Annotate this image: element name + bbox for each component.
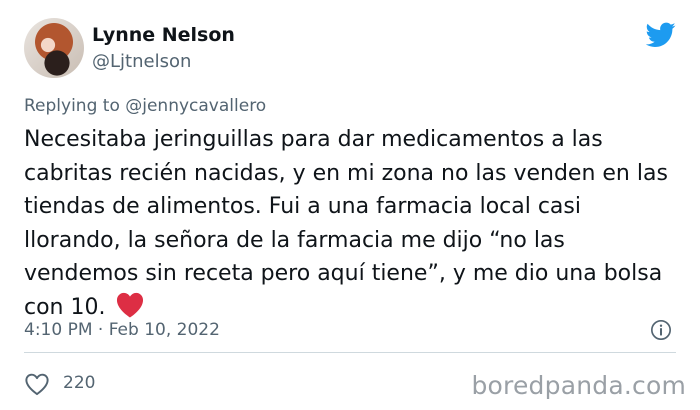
replying-prefix: Replying to — [24, 96, 120, 116]
twitter-bird-icon[interactable] — [646, 22, 676, 48]
author-avatar[interactable] — [24, 18, 84, 78]
red-heart-emoji-icon — [117, 292, 144, 318]
author-name[interactable]: Lynne Nelson — [92, 24, 235, 46]
watermark: boredpanda.com — [471, 371, 686, 400]
author-handle[interactable]: @Ljtnelson — [92, 51, 191, 72]
tweet-body: Necesitaba jeringuillas para dar medicam… — [24, 123, 684, 324]
reply-mention-link[interactable]: @jennycavallero — [125, 96, 266, 116]
replying-to: Replying to @jennycavallero — [24, 96, 266, 116]
info-icon[interactable] — [650, 319, 672, 341]
divider — [24, 352, 676, 353]
tweet-timestamp[interactable]: 4:10 PM · Feb 10, 2022 — [24, 320, 220, 340]
tweet-header: Lynne Nelson @Ljtnelson — [24, 18, 676, 78]
heart-outline-icon[interactable] — [24, 372, 50, 396]
like-count: 220 — [63, 373, 96, 393]
